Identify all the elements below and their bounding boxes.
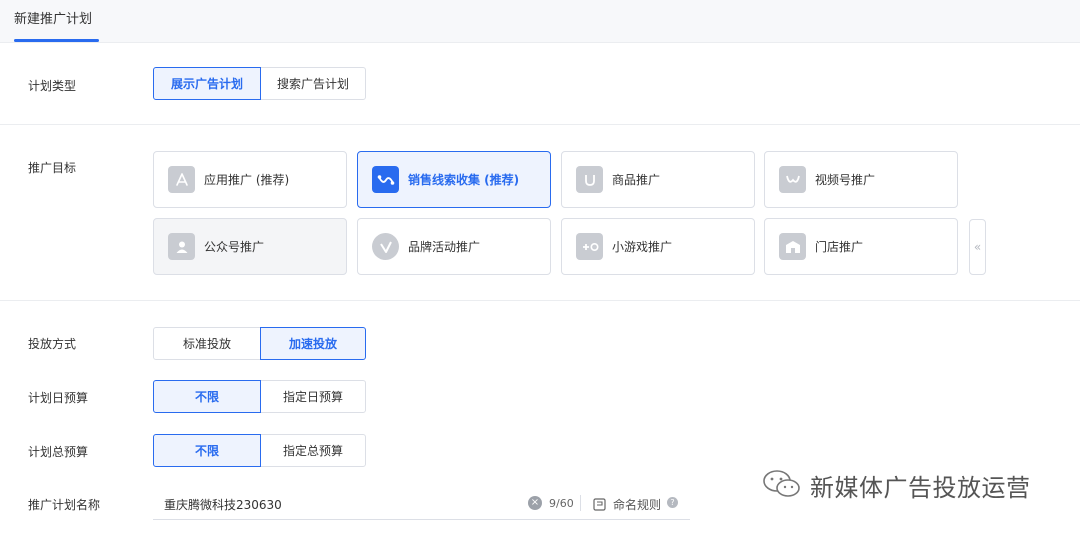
- input-separator: [580, 495, 581, 511]
- tab-new-plan[interactable]: 新建推广计划: [14, 8, 92, 27]
- promo-target-label: 推广目标: [28, 161, 77, 175]
- total-budget-specify-button[interactable]: 指定总预算: [260, 434, 366, 467]
- help-icon[interactable]: ?: [667, 497, 678, 508]
- plan-type-search-button[interactable]: 搜索广告计划: [260, 67, 366, 100]
- daily-budget-specify-button[interactable]: 指定日预算: [260, 380, 366, 413]
- app-store-icon: [168, 166, 195, 193]
- plan-type-label: 计划类型: [28, 79, 77, 93]
- wechat-icon: [762, 469, 802, 503]
- target-card-label: 门店推广: [815, 240, 864, 254]
- section-divider: [0, 124, 1080, 125]
- naming-rule-link[interactable]: 命名规则: [613, 496, 661, 513]
- target-card-app[interactable]: 应用推广 (推荐): [153, 151, 347, 208]
- watermark: 新媒体广告投放运营: [762, 468, 1031, 503]
- target-card-lead[interactable]: 销售线索收集 (推荐): [357, 151, 551, 208]
- official-account-icon: [168, 233, 195, 260]
- target-card-channels[interactable]: 视频号推广: [764, 151, 958, 208]
- shopping-bag-icon: [576, 166, 603, 193]
- target-card-label: 品牌活动推广: [408, 240, 481, 254]
- target-card-label: 公众号推广: [204, 240, 265, 254]
- plan-name-value: 重庆腾微科技230630: [164, 498, 282, 512]
- delivery-standard-button[interactable]: 标准投放: [153, 327, 261, 360]
- clear-icon[interactable]: ×: [528, 496, 542, 510]
- naming-rule-icon[interactable]: [593, 496, 606, 515]
- daily-budget-label: 计划日预算: [28, 391, 89, 405]
- target-card-store[interactable]: 门店推广: [764, 218, 958, 275]
- collapse-button[interactable]: «: [969, 219, 986, 275]
- lead-collect-icon: [372, 166, 399, 193]
- brand-v-icon: [372, 233, 399, 260]
- section-divider: [0, 300, 1080, 301]
- watermark-text: 新媒体广告投放运营: [810, 474, 1031, 502]
- target-card-product[interactable]: 商品推广: [561, 151, 755, 208]
- target-card-label: 小游戏推广: [612, 240, 673, 254]
- plan-name-input[interactable]: 重庆腾微科技230630 × 9/60 命名规则 ?: [153, 486, 690, 520]
- plan-name-label: 推广计划名称: [28, 498, 101, 512]
- target-card-label: 销售线索收集 (推荐): [408, 173, 520, 187]
- plan-type-display-button[interactable]: 展示广告计划: [153, 67, 261, 100]
- mini-game-icon: [576, 233, 603, 260]
- delivery-mode-label: 投放方式: [28, 337, 77, 351]
- total-budget-unlimited-button[interactable]: 不限: [153, 434, 261, 467]
- target-card-brand[interactable]: 品牌活动推广: [357, 218, 551, 275]
- channels-icon: [779, 166, 806, 193]
- target-card-label: 商品推广: [612, 173, 661, 187]
- double-chevron-left-icon: «: [973, 240, 982, 254]
- target-card-label: 应用推广 (推荐): [204, 173, 290, 187]
- daily-budget-unlimited-button[interactable]: 不限: [153, 380, 261, 413]
- target-card-label: 视频号推广: [815, 173, 876, 187]
- target-card-official-account[interactable]: 公众号推广: [153, 218, 347, 275]
- delivery-accelerated-button[interactable]: 加速投放: [260, 327, 366, 360]
- store-icon: [779, 233, 806, 260]
- tab-active-indicator: [14, 39, 99, 42]
- target-card-mini-game[interactable]: 小游戏推广: [561, 218, 755, 275]
- tab-bar: 新建推广计划: [0, 0, 1080, 43]
- total-budget-label: 计划总预算: [28, 445, 89, 459]
- char-count: 9/60: [549, 497, 574, 510]
